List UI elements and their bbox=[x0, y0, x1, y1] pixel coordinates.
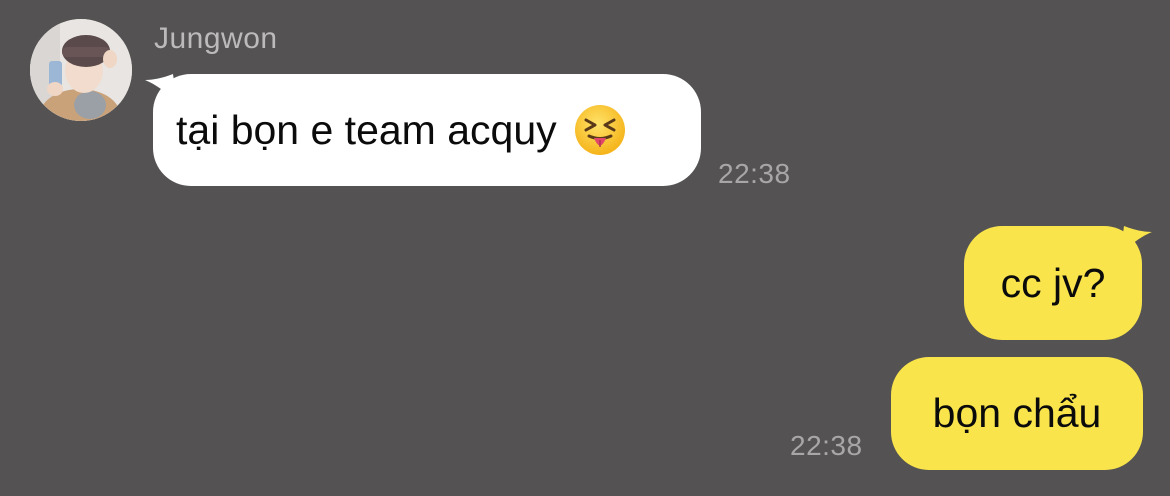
outgoing-message-text: cc jv? bbox=[1000, 259, 1106, 306]
outgoing-timestamp: 22:38 bbox=[790, 430, 863, 461]
incoming-message-text: tại bọn e team acquy bbox=[176, 106, 557, 153]
outgoing-message-text: bọn chẩu bbox=[932, 390, 1102, 436]
outgoing-message-bubble[interactable]: cc jv? bbox=[964, 226, 1142, 340]
squinting-tongue-emoji-icon bbox=[573, 103, 627, 157]
sender-avatar[interactable] bbox=[30, 19, 132, 121]
sender-name: Jungwon bbox=[154, 22, 278, 55]
outgoing-message-bubble[interactable]: bọn chẩu bbox=[891, 357, 1143, 470]
incoming-message-bubble[interactable]: tại bọn e team acquy bbox=[153, 74, 701, 186]
incoming-timestamp: 22:38 bbox=[718, 158, 791, 189]
